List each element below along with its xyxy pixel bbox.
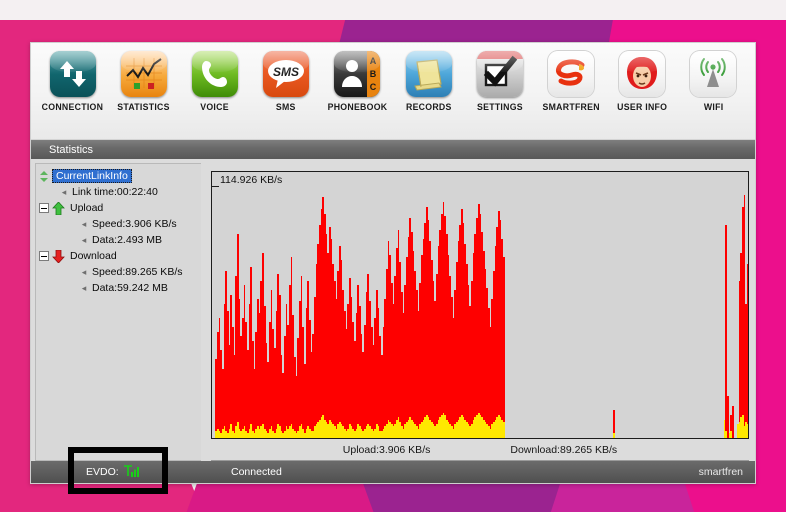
main-toolbar: CONNECTION STATISTICS VOICE SMS SMS A B … [31, 43, 755, 139]
tree-leaf-bullet-icon: ◂ [61, 186, 67, 197]
tree-row-upload[interactable]: Upload [39, 200, 199, 216]
page-title: Statistics [49, 143, 94, 156]
tree-root-row[interactable]: CurrentLinkInfo [39, 168, 199, 184]
svg-text:SMS: SMS [273, 65, 299, 79]
records-notepad-icon [405, 51, 452, 97]
tree-leaf-bullet-icon: ◂ [81, 234, 87, 245]
toolbar-item-label: CONNECTION [41, 102, 104, 113]
wifi-antenna-icon [690, 51, 737, 97]
status-connection-state: Connected [231, 466, 282, 478]
toolbar-item-label: SETTINGS [476, 102, 523, 113]
tree-upload-speed-label: Speed:3.906 KB/s [92, 218, 177, 230]
toolbar-item-label: STATISTICS [117, 102, 171, 113]
status-network-label: EVDO: [86, 466, 119, 478]
chart-bars [212, 172, 748, 438]
phone-handset-icon [192, 51, 238, 97]
tree-collapse-box-icon[interactable] [39, 203, 49, 213]
connection-arrows-icon [49, 51, 96, 97]
user-face-icon [619, 51, 666, 97]
tree-root-label[interactable]: CurrentLinkInfo [52, 169, 132, 183]
toolbar-item-label: RECORDS [405, 102, 452, 113]
toolbar-item-label: SMS [276, 102, 297, 113]
tree-link-time-label: Link time:00:22:40 [72, 186, 158, 198]
toolbar-item-records[interactable]: RECORDS [393, 49, 464, 113]
toolbar-item-user-info[interactable]: USER INFO [607, 49, 678, 113]
link-info-tree[interactable]: CurrentLinkInfo ◂ Link time:00:22:40 Upl… [35, 163, 201, 461]
throughput-chart: 114.926 KB/s [211, 171, 749, 439]
tree-download-speed-label: Speed:89.265 KB/s [92, 266, 183, 278]
statistics-chart-icon [120, 51, 167, 97]
tree-leaf-bullet-icon: ◂ [81, 218, 87, 229]
tree-leaf-bullet-icon: ◂ [81, 266, 87, 277]
panel-divider[interactable] [201, 163, 211, 461]
tree-collapse-box-icon[interactable] [39, 251, 49, 261]
tree-row-download[interactable]: Download [39, 248, 199, 264]
toolbar-item-connection[interactable]: CONNECTION [37, 49, 108, 113]
legend-upload: Upload:3.906 KB/s [342, 443, 431, 456]
signal-bars-icon [123, 465, 139, 477]
tree-upload-label: Upload [70, 202, 104, 214]
tree-leaf-bullet-icon: ◂ [81, 282, 87, 293]
status-brand-label: smartfren [698, 466, 743, 478]
toolbar-item-statistics[interactable]: STATISTICS [108, 49, 179, 113]
toolbar-item-label: WIFI [703, 102, 724, 113]
content-area: CurrentLinkInfo ◂ Link time:00:22:40 Upl… [31, 159, 755, 461]
sms-bubble-icon: SMS [263, 51, 310, 97]
chart-max-tick [212, 186, 219, 187]
toolbar-item-settings[interactable]: SETTINGS [464, 49, 535, 113]
chart-legend: Upload:3.906 KB/s Download:89.265 KB/s [211, 439, 749, 461]
settings-checkbox-icon [476, 51, 523, 97]
toolbar-item-sms[interactable]: SMS SMS [251, 49, 322, 113]
status-network-cell: EVDO: [86, 465, 139, 478]
toolbar-item-smartfren[interactable]: SMARTFREN [535, 49, 606, 113]
phonebook-contact-icon: A B C [334, 51, 381, 97]
toolbar-item-voice[interactable]: VOICE [179, 49, 250, 113]
tree-row-download-speed[interactable]: ◂ Speed:89.265 KB/s [39, 264, 199, 280]
tree-row-upload-data[interactable]: ◂ Data:2.493 MB [39, 232, 199, 248]
toolbar-item-label: VOICE [200, 102, 230, 113]
svg-text:A: A [370, 56, 377, 66]
application-window: CONNECTION STATISTICS VOICE SMS SMS A B … [30, 42, 756, 484]
toolbar-item-label: SMARTFREN [542, 102, 600, 113]
toolbar-item-label: PHONEBOOK [327, 102, 388, 113]
tree-row-link-time[interactable]: ◂ Link time:00:22:40 [39, 184, 199, 200]
tree-row-upload-speed[interactable]: ◂ Speed:3.906 KB/s [39, 216, 199, 232]
svg-text:C: C [370, 82, 377, 92]
section-header: Statistics [31, 139, 755, 159]
legend-download: Download:89.265 KB/s [510, 443, 618, 456]
upload-arrow-icon [52, 200, 66, 215]
toolbar-item-phonebook[interactable]: A B C PHONEBOOK [322, 49, 393, 113]
tree-download-data-label: Data:59.242 MB [92, 282, 168, 294]
wallpaper-top-strip [0, 0, 786, 20]
download-arrow-icon [52, 249, 66, 264]
svg-text:B: B [370, 69, 377, 79]
tree-upload-data-label: Data:2.493 MB [92, 234, 163, 246]
tree-row-download-data[interactable]: ◂ Data:59.242 MB [39, 280, 199, 296]
throughput-chart-panel: 114.926 KB/s Upload:3.906 KB/s Download:… [211, 163, 751, 461]
toolbar-item-label: USER INFO [617, 102, 668, 113]
tree-expander-icon[interactable] [39, 171, 49, 182]
tree-download-label: Download [70, 250, 117, 262]
status-bar: EVDO: Connected smartfren [31, 461, 755, 483]
toolbar-item-wifi[interactable]: WIFI [678, 49, 749, 113]
chart-max-label: 114.926 KB/s [220, 174, 283, 186]
smartfren-swoosh-icon [548, 51, 595, 97]
